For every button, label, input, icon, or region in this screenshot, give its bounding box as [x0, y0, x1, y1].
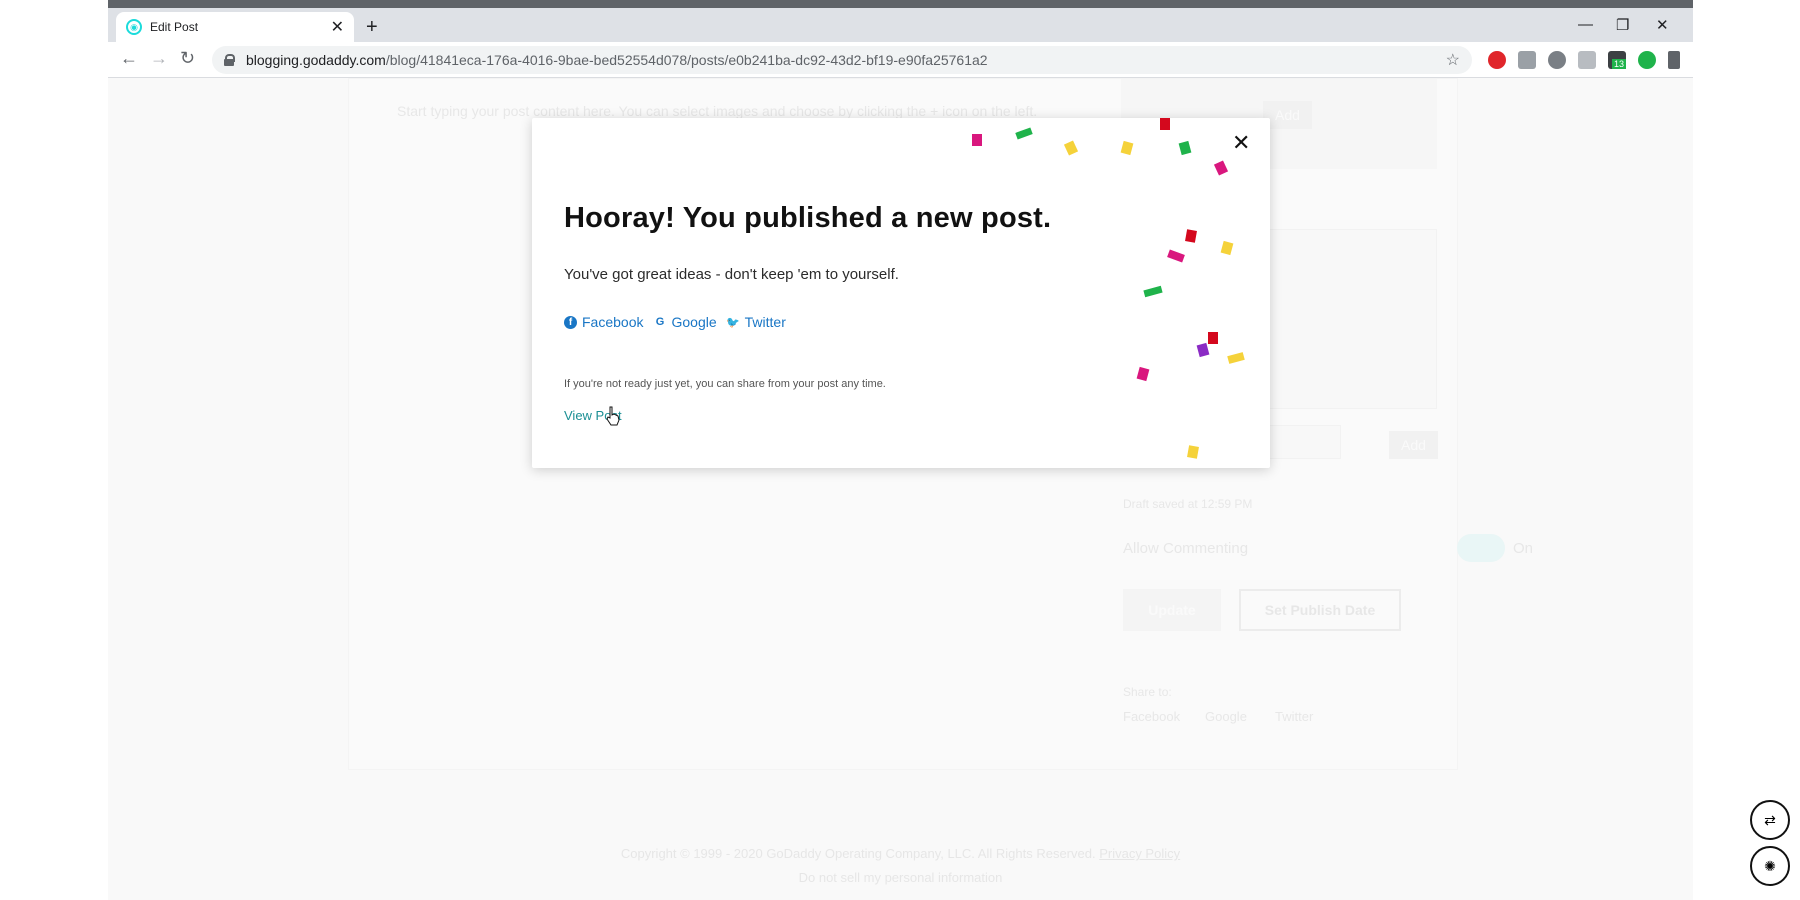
facebook-icon: f: [564, 315, 577, 329]
confetti-piece: [1120, 140, 1134, 156]
share-google-label: Google: [671, 314, 717, 330]
share-facebook-label: Facebook: [582, 314, 644, 330]
browser-toolbar: ← → ↻ blogging.godaddy.com/blog/41841eca…: [108, 42, 1693, 78]
confetti-piece: [1227, 352, 1245, 364]
confetti-piece: [1167, 249, 1185, 263]
back-button[interactable]: ←: [120, 48, 138, 69]
confetti-piece: [1208, 332, 1218, 344]
modal-close-icon[interactable]: ✕: [1232, 132, 1250, 154]
translate-widget-icon[interactable]: ⇄: [1750, 800, 1790, 840]
extension-screen-icon[interactable]: [1578, 51, 1596, 69]
extension-badge-count: 13: [1611, 59, 1626, 69]
google-icon: G: [655, 316, 665, 328]
url-path: /blog/41841eca-176a-4016-9bae-bed52554d0…: [385, 52, 988, 68]
modal-subtitle: You've got great ideas - don't keep 'em …: [564, 266, 899, 283]
minimize-button[interactable]: —: [1578, 16, 1593, 33]
share-twitter-link[interactable]: 🐦 Twitter: [726, 314, 786, 330]
modal-title: Hooray! You published a new post.: [564, 202, 1052, 234]
publish-success-modal: ✕ Hooray! You published a new post. You'…: [532, 118, 1270, 468]
opera-extension-icon[interactable]: [1488, 51, 1506, 69]
share-later-note: If you're not ready just yet, you can sh…: [564, 378, 886, 390]
confetti-piece: [1136, 366, 1150, 382]
bookmark-star-icon[interactable]: ☆: [1446, 50, 1460, 70]
godaddy-favicon-icon: ◉: [126, 19, 142, 35]
tab-edit-post[interactable]: ◉ Edit Post ✕: [116, 12, 354, 42]
brain-widget-icon[interactable]: ✺: [1750, 846, 1790, 886]
extension-tools-icon[interactable]: [1548, 51, 1566, 69]
share-google-link[interactable]: G Google: [653, 314, 717, 330]
confetti-piece: [1185, 229, 1197, 243]
browser-window: ◉ Edit Post ✕ + — ❐ ✕ ← → ↻ blogging.god…: [108, 0, 1693, 900]
confetti-piece: [1213, 160, 1229, 176]
tab-strip: ◉ Edit Post ✕ + — ❐ ✕: [108, 8, 1693, 42]
extension-green-icon[interactable]: [1638, 51, 1656, 69]
forward-button[interactable]: →: [150, 48, 168, 69]
confetti-piece: [1178, 140, 1192, 156]
extension-s-icon[interactable]: [1518, 51, 1536, 69]
twitter-icon: 🐦: [726, 316, 740, 329]
extension-badge-icon[interactable]: 13: [1608, 51, 1626, 69]
new-tab-button[interactable]: +: [366, 16, 378, 39]
extensions-puzzle-icon[interactable]: [1668, 51, 1680, 69]
lock-icon: [224, 54, 235, 66]
title-bar-strip: [108, 0, 1693, 8]
tab-close-icon[interactable]: ✕: [331, 17, 344, 37]
confetti-piece: [1220, 240, 1234, 256]
tab-title: Edit Post: [150, 20, 199, 34]
confetti-piece: [1196, 342, 1210, 358]
url-host: blogging.godaddy.com: [246, 52, 386, 68]
window-close-button[interactable]: ✕: [1656, 16, 1669, 34]
reload-button[interactable]: ↻: [180, 48, 195, 69]
share-links: f Facebook G Google 🐦 Twitter: [564, 314, 786, 330]
share-facebook-link[interactable]: f Facebook: [564, 314, 643, 330]
screen: ◉ Edit Post ✕ + — ❐ ✕ ← → ↻ blogging.god…: [0, 0, 1800, 900]
share-twitter-label: Twitter: [744, 314, 786, 330]
confetti-piece: [1143, 285, 1163, 298]
confetti-piece: [972, 134, 982, 146]
restore-button[interactable]: ❐: [1616, 16, 1629, 34]
hand-cursor-icon: [606, 406, 620, 426]
page-content: Start typing your post content here. You…: [108, 78, 1693, 900]
confetti-piece: [1063, 140, 1079, 156]
confetti-piece: [1015, 127, 1033, 140]
confetti-piece: [1160, 118, 1170, 130]
confetti-piece: [1187, 445, 1199, 459]
address-bar[interactable]: blogging.godaddy.com/blog/41841eca-176a-…: [212, 46, 1472, 74]
url-text[interactable]: blogging.godaddy.com/blog/41841eca-176a-…: [246, 52, 1446, 68]
